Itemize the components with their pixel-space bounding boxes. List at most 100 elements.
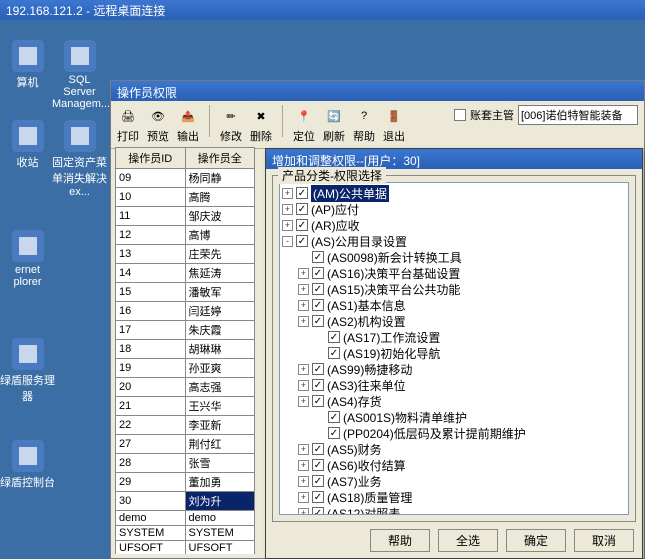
table-row[interactable]: 27荆付红 (116, 435, 255, 454)
tree-node[interactable]: +✓(AS12)对照表 (282, 505, 626, 515)
expand-icon[interactable]: + (298, 364, 309, 375)
col-operator-id[interactable]: 操作员ID (116, 148, 186, 169)
expand-icon[interactable]: + (282, 204, 293, 215)
tree-node[interactable]: +✓(AM)公共单据 (282, 185, 626, 201)
tree-node[interactable]: ✓(AS17)工作流设置 (282, 329, 626, 345)
toolbar-刷新[interactable]: 🔄刷新 (323, 105, 345, 144)
toolbar-帮助[interactable]: ?帮助 (353, 105, 375, 144)
table-row[interactable]: 10高腾 (116, 188, 255, 207)
table-row[interactable]: 12高博 (116, 226, 255, 245)
table-row[interactable]: 28张雪 (116, 454, 255, 473)
expand-icon[interactable]: + (298, 284, 309, 295)
table-row[interactable]: 29董加勇 (116, 473, 255, 492)
tree-node[interactable]: +✓(AS3)往来单位 (282, 377, 626, 393)
table-row[interactable]: 15潘敏军 (116, 283, 255, 302)
table-row[interactable]: 11邹庆波 (116, 207, 255, 226)
expand-icon[interactable]: + (298, 444, 309, 455)
table-row[interactable]: 14焦延涛 (116, 264, 255, 283)
table-row[interactable]: 30刘为升 (116, 492, 255, 511)
tree-node[interactable]: ✓(AS0098)新会计转换工具 (282, 249, 626, 265)
table-row[interactable]: SYSTEMSYSTEM (116, 526, 255, 541)
tree-checkbox[interactable]: ✓ (312, 459, 324, 471)
desktop-icon[interactable]: SQL Server Managem... (52, 40, 107, 110)
expand-icon[interactable]: + (298, 268, 309, 279)
tree-node[interactable]: ✓(AS001S)物料清单维护 (282, 409, 626, 425)
tree-node[interactable]: +✓(AS18)质量管理 (282, 489, 626, 505)
tree-node[interactable]: +✓(AS99)畅捷移动 (282, 361, 626, 377)
table-row[interactable]: 20高志强 (116, 378, 255, 397)
expand-icon[interactable]: + (298, 316, 309, 327)
dialog-确定-button[interactable]: 确定 (506, 529, 566, 552)
tree-checkbox[interactable]: ✓ (296, 203, 308, 215)
tree-node[interactable]: +✓(AS6)收付结算 (282, 457, 626, 473)
table-row[interactable]: UFSOFTUFSOFT (116, 541, 255, 555)
tree-node[interactable]: +✓(AS15)决策平台公共功能 (282, 281, 626, 297)
tree-checkbox[interactable]: ✓ (328, 427, 340, 439)
desktop-icon[interactable]: ernet plorer (0, 230, 55, 288)
toolbar-退出[interactable]: 🚪退出 (383, 105, 405, 144)
expand-icon[interactable]: + (298, 460, 309, 471)
desktop-icon[interactable]: 收站 (0, 120, 55, 170)
tree-checkbox[interactable]: ✓ (312, 251, 324, 263)
tree-node[interactable]: +✓(AS5)财务 (282, 441, 626, 457)
tree-checkbox[interactable]: ✓ (296, 187, 308, 199)
tree-node[interactable]: -✓(AS)公用目录设置 (282, 233, 626, 249)
expand-icon[interactable]: + (298, 396, 309, 407)
dialog-帮助-button[interactable]: 帮助 (370, 529, 430, 552)
tree-checkbox[interactable]: ✓ (328, 331, 340, 343)
toolbar-删除[interactable]: ✖删除 (250, 105, 272, 144)
toolbar-定位[interactable]: 📍定位 (293, 105, 315, 144)
desktop-icon[interactable]: 算机 (0, 40, 55, 90)
tree-node[interactable]: +✓(AP)应付 (282, 201, 626, 217)
tree-checkbox[interactable]: ✓ (312, 267, 324, 279)
account-combo[interactable]: [006]诺伯特智能装备 (518, 105, 638, 125)
account-admin-checkbox[interactable] (454, 109, 466, 121)
toolbar-打印[interactable]: 🖨打印 (117, 105, 139, 144)
tree-checkbox[interactable]: ✓ (312, 507, 324, 515)
expand-icon[interactable]: + (282, 220, 293, 231)
table-row[interactable]: 18胡琳琳 (116, 340, 255, 359)
col-operator-name[interactable]: 操作员全 (185, 148, 255, 169)
tree-node[interactable]: ✓(AS19)初始化导航 (282, 345, 626, 361)
tree-checkbox[interactable]: ✓ (312, 443, 324, 455)
expand-icon[interactable]: + (298, 380, 309, 391)
tree-checkbox[interactable]: ✓ (296, 219, 308, 231)
table-row[interactable]: 21王兴华 (116, 397, 255, 416)
table-row[interactable]: 16闫廷婷 (116, 302, 255, 321)
table-row[interactable]: 22李亚新 (116, 416, 255, 435)
expand-icon[interactable]: - (282, 236, 293, 247)
tree-checkbox[interactable]: ✓ (312, 395, 324, 407)
tree-checkbox[interactable]: ✓ (296, 235, 308, 247)
tree-checkbox[interactable]: ✓ (312, 475, 324, 487)
tree-checkbox[interactable]: ✓ (312, 363, 324, 375)
dialog-全选-button[interactable]: 全选 (438, 529, 498, 552)
expand-icon[interactable]: + (282, 188, 293, 199)
table-row[interactable]: demodemo (116, 511, 255, 526)
tree-checkbox[interactable]: ✓ (328, 411, 340, 423)
tree-node[interactable]: +✓(AR)应收 (282, 217, 626, 233)
tree-checkbox[interactable]: ✓ (312, 379, 324, 391)
expand-icon[interactable]: + (298, 476, 309, 487)
tree-checkbox[interactable]: ✓ (312, 491, 324, 503)
table-row[interactable]: 17朱庆霞 (116, 321, 255, 340)
desktop-icon[interactable]: 绿盾服务理器 (0, 338, 55, 404)
expand-icon[interactable]: + (298, 508, 309, 516)
dialog-取消-button[interactable]: 取消 (574, 529, 634, 552)
desktop-icon[interactable]: 绿盾控制台 (0, 440, 55, 490)
tree-checkbox[interactable]: ✓ (312, 299, 324, 311)
tree-node[interactable]: +✓(AS1)基本信息 (282, 297, 626, 313)
tree-node[interactable]: +✓(AS16)决策平台基础设置 (282, 265, 626, 281)
toolbar-预览[interactable]: 👁预览 (147, 105, 169, 144)
desktop-icon[interactable]: 固定资产菜单消失解决 ex... (52, 120, 107, 198)
permission-tree[interactable]: +✓(AM)公共单据+✓(AP)应付+✓(AR)应收-✓(AS)公用目录设置✓(… (279, 182, 629, 515)
tree-checkbox[interactable]: ✓ (312, 283, 324, 295)
tree-node[interactable]: +✓(AS4)存货 (282, 393, 626, 409)
table-row[interactable]: 09杨同静 (116, 169, 255, 188)
tree-checkbox[interactable]: ✓ (312, 315, 324, 327)
tree-node[interactable]: +✓(AS2)机构设置 (282, 313, 626, 329)
tree-node[interactable]: ✓(PP0204)低层码及累计提前期维护 (282, 425, 626, 441)
table-row[interactable]: 19孙亚爽 (116, 359, 255, 378)
tree-node[interactable]: +✓(AS7)业务 (282, 473, 626, 489)
toolbar-修改[interactable]: ✏修改 (220, 105, 242, 144)
toolbar-输出[interactable]: 📤输出 (177, 105, 199, 144)
